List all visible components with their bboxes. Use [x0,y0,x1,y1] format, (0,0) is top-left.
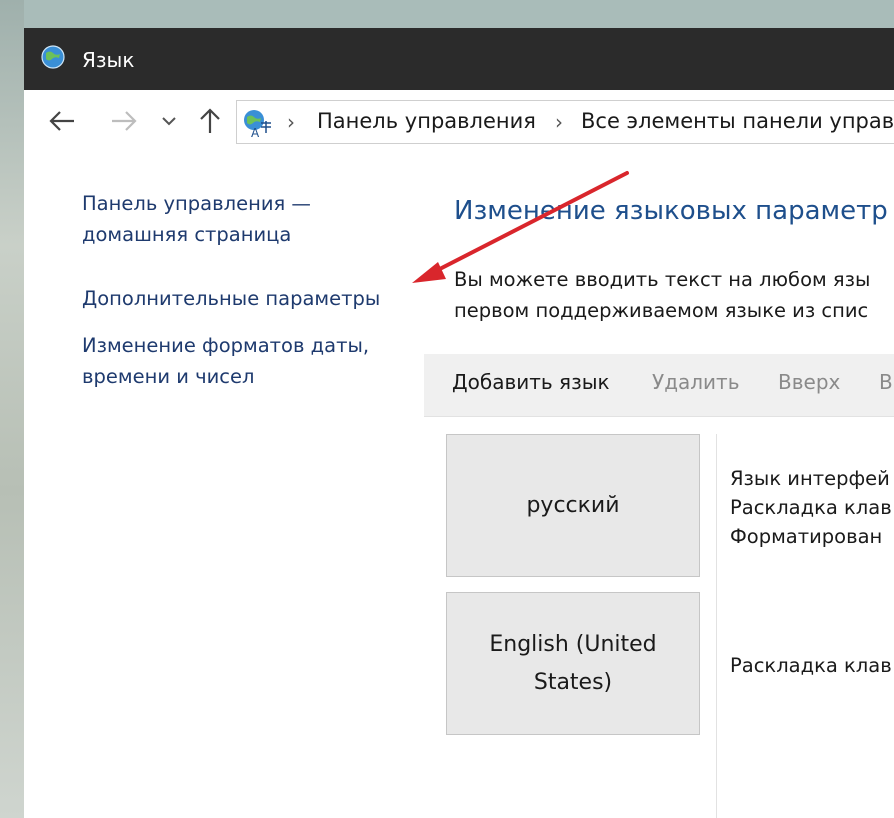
language-toolbar: Добавить язык Удалить Вверх В [424,354,894,417]
chevron-down-icon [162,117,176,126]
forward-button[interactable] [104,104,144,138]
language-details-russian: Язык интерфей Раскладка клав Форматирова… [730,467,892,548]
page-description: Вы можете вводить текст на любом язы пер… [454,268,871,322]
address-bar[interactable]: A › Панель управления › Все элементы пан… [236,100,894,144]
move-down-button[interactable]: В [879,370,893,394]
recent-locations-button[interactable] [154,104,184,138]
page-title: Изменение языковых параметр [454,196,888,226]
desktop-background-left [0,0,24,818]
add-language-button[interactable]: Добавить язык [452,370,610,394]
remove-language-button[interactable]: Удалить [652,370,740,394]
title-bar[interactable]: Язык [24,28,894,90]
up-button[interactable] [192,104,228,138]
sidebar-link-home[interactable]: Панель управления — домашняя страница [82,188,311,250]
language-window: Язык A › Панель управления › Все элемент… [24,28,894,818]
breadcrumb-control-panel[interactable]: Панель управления [317,109,536,133]
language-control-panel-icon: A [244,110,271,139]
sidebar-link-advanced-settings[interactable]: Дополнительные параметры [82,283,380,314]
window-title: Язык [82,48,135,72]
arrow-left-icon [49,111,74,131]
desktop-background-top [0,0,894,28]
language-list-divider [716,434,717,818]
breadcrumb-separator-icon: › [555,110,563,134]
globe-language-icon [41,45,65,69]
language-tile-english[interactable]: English (United States) [446,592,700,735]
sidebar-link-date-formats[interactable]: Изменение форматов даты, времени и чисел [82,330,369,392]
breadcrumb-all-items[interactable]: Все элементы панели управ [581,109,894,133]
back-button[interactable] [42,104,82,138]
breadcrumb-separator-icon: › [287,110,295,134]
arrow-up-icon [200,108,220,133]
language-tile-russian[interactable]: русский [446,434,700,577]
svg-text:A: A [251,126,260,139]
move-up-button[interactable]: Вверх [778,370,840,394]
language-details-english: Раскладка клав [730,654,892,677]
arrow-right-icon [112,111,137,131]
